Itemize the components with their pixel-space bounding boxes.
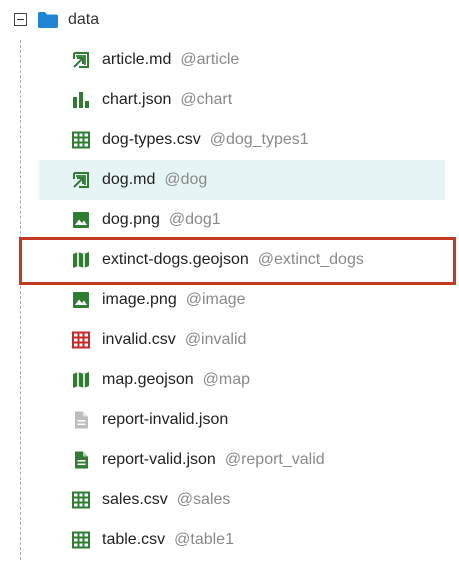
markdown-icon <box>71 170 91 190</box>
image-icon <box>71 210 91 230</box>
file-row[interactable]: dog-types.csv @dog_types1 <box>0 120 459 160</box>
file-name-text: dog.md <box>102 171 156 188</box>
row-background <box>39 160 445 200</box>
file-row[interactable]: extinct-dogs.geojson @extinct_dogs <box>0 240 459 280</box>
map-icon <box>71 250 91 270</box>
row-background <box>39 520 445 560</box>
file-row[interactable]: dog.md @dog <box>0 160 459 200</box>
file-tree: data article.md @article chart.json @chart d… <box>0 0 459 563</box>
file-alias: @dog <box>164 171 208 188</box>
file-name-text: image.png <box>102 291 177 308</box>
file-name-text: report-invalid.json <box>102 411 229 428</box>
file-name-text: report-valid.json <box>102 451 216 468</box>
file-name-text: dog.png <box>102 211 160 228</box>
table-icon <box>71 330 91 350</box>
file-alias: @chart <box>180 91 233 108</box>
markdown-icon <box>71 50 91 70</box>
file-name: dog.png @dog1 <box>102 209 221 231</box>
file-name-text: extinct-dogs.geojson <box>102 251 249 268</box>
file-name: report-invalid.json <box>102 409 228 431</box>
file-row[interactable]: invalid.csv @invalid <box>0 320 459 360</box>
file-row[interactable]: table.csv @table1 <box>0 520 459 560</box>
file-name-text: dog-types.csv <box>102 131 201 148</box>
file-name: map.geojson @map <box>102 369 250 391</box>
file-name-text: invalid.csv <box>102 331 176 348</box>
tree-root-folder[interactable]: data <box>0 0 459 40</box>
row-background <box>39 400 445 440</box>
row-background <box>39 200 445 240</box>
file-alias: @dog1 <box>168 211 221 228</box>
file-alias: @invalid <box>184 331 247 348</box>
file-name-text: article.md <box>102 51 172 68</box>
file-alias: @extinct_dogs <box>257 251 364 268</box>
file-name: article.md @article <box>102 49 239 71</box>
row-background <box>39 40 445 80</box>
collapse-toggle-icon[interactable] <box>14 13 27 26</box>
table-icon <box>71 130 91 150</box>
file-name: sales.csv @sales <box>102 489 230 511</box>
file-name: table.csv @table1 <box>102 529 234 551</box>
folder-icon <box>37 11 59 29</box>
image-icon <box>71 290 91 310</box>
row-background <box>39 80 445 120</box>
file-name: invalid.csv @invalid <box>102 329 246 351</box>
file-row[interactable]: report-invalid.json <box>0 400 459 440</box>
bar-chart-icon <box>71 90 91 110</box>
file-row[interactable]: dog.png @dog1 <box>0 200 459 240</box>
row-background <box>39 480 445 520</box>
root-folder-label: data <box>68 11 100 28</box>
file-row[interactable]: report-valid.json @report_valid <box>0 440 459 480</box>
file-name: report-valid.json @report_valid <box>102 449 325 471</box>
file-name-text: chart.json <box>102 91 172 108</box>
file-alias: @sales <box>176 491 231 508</box>
file-alias: @report_valid <box>224 451 325 468</box>
file-name-text: map.geojson <box>102 371 194 388</box>
file-alias: @dog_types1 <box>209 131 309 148</box>
table-icon <box>71 530 91 550</box>
file-name-text: table.csv <box>102 531 166 548</box>
file-row[interactable]: article.md @article <box>0 40 459 80</box>
document-icon <box>71 450 91 470</box>
file-name: image.png @image <box>102 289 246 311</box>
file-name: dog-types.csv @dog_types1 <box>102 129 309 151</box>
file-row[interactable]: chart.json @chart <box>0 80 459 120</box>
file-alias: @image <box>185 291 246 308</box>
file-name-text: sales.csv <box>102 491 168 508</box>
file-name: extinct-dogs.geojson @extinct_dogs <box>102 249 364 271</box>
file-row[interactable]: image.png @image <box>0 280 459 320</box>
file-alias: @article <box>180 51 240 68</box>
file-row[interactable]: map.geojson @map <box>0 360 459 400</box>
file-list: article.md @article chart.json @chart dog-ty… <box>0 40 459 560</box>
table-icon <box>71 490 91 510</box>
file-name: chart.json @chart <box>102 89 232 111</box>
map-icon <box>71 370 91 390</box>
file-name: dog.md @dog <box>102 169 207 191</box>
document-icon <box>71 410 91 430</box>
file-alias: @map <box>202 371 250 388</box>
file-alias: @table1 <box>174 531 234 548</box>
file-row[interactable]: sales.csv @sales <box>0 480 459 520</box>
